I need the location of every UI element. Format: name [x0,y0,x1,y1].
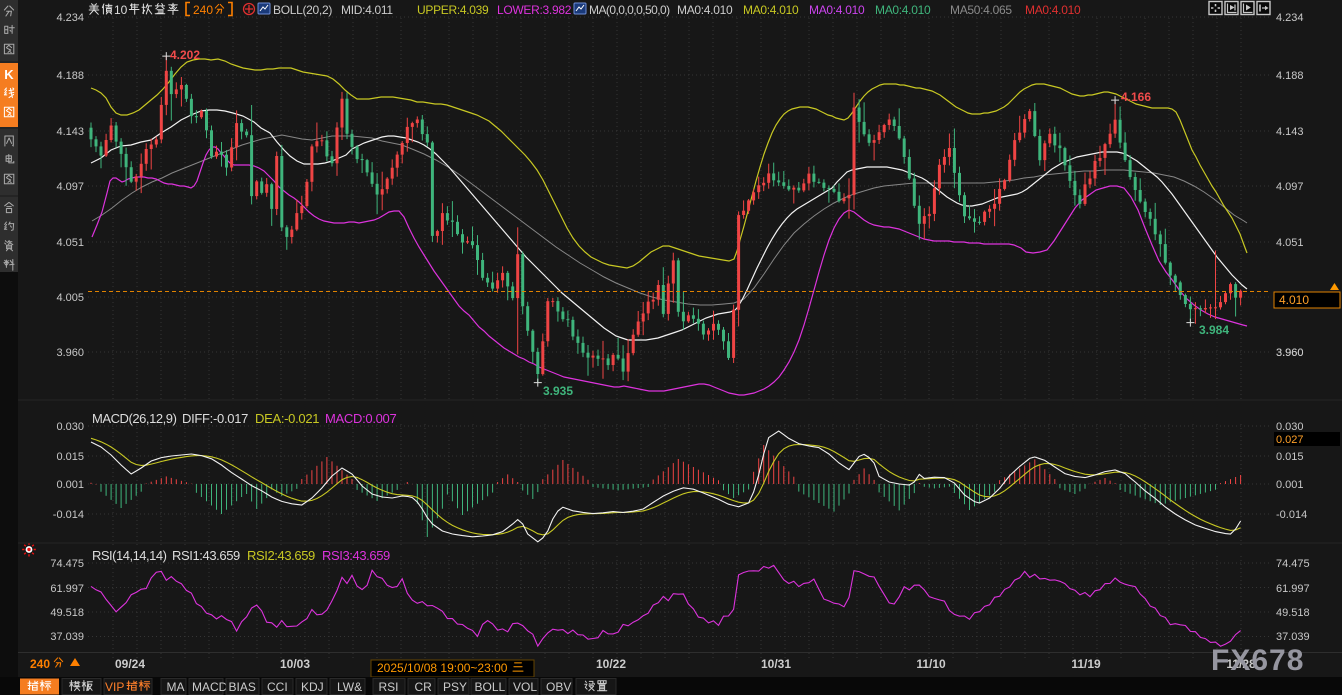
svg-text:3.935: 3.935 [543,384,573,398]
svg-text:74.475: 74.475 [1276,558,1310,570]
svg-text:-0.014: -0.014 [53,509,84,521]
svg-text:BOLL: BOLL [475,680,506,694]
svg-text:4.143: 4.143 [1276,126,1304,138]
svg-text:4.051: 4.051 [1276,237,1304,249]
svg-text:4.234: 4.234 [1276,12,1304,24]
svg-text:3.960: 3.960 [56,347,84,359]
svg-text:0.027: 0.027 [1276,434,1304,446]
svg-text:0.015: 0.015 [56,451,84,463]
svg-text:RSI2:43.659: RSI2:43.659 [247,548,315,563]
svg-text:4.097: 4.097 [56,181,84,193]
svg-text:RSI: RSI [379,680,399,694]
svg-text:UPPER:4.039: UPPER:4.039 [417,3,489,17]
svg-text:MA0:4.010: MA0:4.010 [809,3,865,17]
svg-text:-0.014: -0.014 [1276,509,1307,521]
svg-text:4.234: 4.234 [56,12,84,24]
svg-text:10/03: 10/03 [280,657,310,671]
svg-text:RSI(14,14,14): RSI(14,14,14) [92,548,167,563]
svg-text:09/24: 09/24 [115,657,145,671]
svg-text:10/31: 10/31 [761,657,791,671]
svg-text:FX678: FX678 [1211,644,1304,677]
svg-text:0.030: 0.030 [56,421,84,433]
svg-text:MA0:4.010: MA0:4.010 [677,3,733,17]
svg-text:CR: CR [415,680,433,694]
svg-text:3.960: 3.960 [1276,347,1304,359]
svg-text:61.997: 61.997 [50,583,84,595]
svg-text:LW&: LW& [337,680,362,694]
svg-text:0.030: 0.030 [1276,421,1304,433]
svg-text:K: K [4,67,14,82]
svg-text:4.188: 4.188 [56,70,84,82]
svg-text:MID:4.011: MID:4.011 [341,3,393,17]
svg-text:MA0:4.010: MA0:4.010 [875,3,931,17]
svg-text:3.984: 3.984 [1199,323,1229,337]
svg-text:37.039: 37.039 [50,631,84,643]
svg-text:0.015: 0.015 [1276,451,1304,463]
svg-text:MACD(26,12,9): MACD(26,12,9) [92,411,177,426]
svg-text:RSI1:43.659: RSI1:43.659 [172,548,240,563]
svg-text:VOL: VOL [513,680,537,694]
svg-text:49.518: 49.518 [1276,607,1310,619]
svg-text:4.051: 4.051 [56,237,84,249]
svg-text:MA50:4.065: MA50:4.065 [950,3,1012,17]
svg-text:CCI: CCI [267,680,288,694]
svg-text:4.166: 4.166 [1121,90,1151,104]
svg-text:MA(0,0,0,0,50,0): MA(0,0,0,0,50,0) [589,3,670,17]
svg-text:240: 240 [30,657,50,671]
svg-text:74.475: 74.475 [50,558,84,570]
svg-text:MACD:0.007: MACD:0.007 [325,411,396,426]
svg-text:0.001: 0.001 [56,479,84,491]
svg-text:DEA:-0.021: DEA:-0.021 [255,411,319,426]
svg-text:10: 10 [114,3,128,17]
svg-text:BOLL(20,2): BOLL(20,2) [273,3,332,17]
svg-text:MACD: MACD [192,680,228,694]
svg-text:240: 240 [193,3,213,17]
svg-text:0.001: 0.001 [1276,479,1304,491]
svg-text:OBV: OBV [546,680,571,694]
svg-text:MA0:4.010: MA0:4.010 [743,3,799,17]
svg-text:4.005: 4.005 [56,292,84,304]
svg-text:37.039: 37.039 [1276,631,1310,643]
svg-text:PSY: PSY [443,680,467,694]
svg-text:4.202: 4.202 [170,48,200,62]
svg-text:2025/10/08 19:00~23:00: 2025/10/08 19:00~23:00 [377,661,508,675]
svg-text:4.097: 4.097 [1276,181,1304,193]
svg-text:4.188: 4.188 [1276,70,1304,82]
svg-text:KDJ: KDJ [301,680,324,694]
svg-text:MA: MA [167,680,185,694]
svg-text:10/22: 10/22 [596,657,626,671]
svg-text:VIP: VIP [105,680,124,694]
svg-text:49.518: 49.518 [50,607,84,619]
svg-text:RSI3:43.659: RSI3:43.659 [322,548,390,563]
svg-text:61.997: 61.997 [1276,583,1310,595]
svg-text:BIAS: BIAS [229,680,256,694]
svg-text:4.010: 4.010 [1279,293,1309,307]
svg-text:MA0:4.010: MA0:4.010 [1025,3,1081,17]
svg-text:LOWER:3.982: LOWER:3.982 [497,3,572,17]
svg-text:11/19: 11/19 [1071,657,1101,671]
svg-text:11/10: 11/10 [916,657,946,671]
svg-text:4.143: 4.143 [56,126,84,138]
svg-text:DIFF:-0.017: DIFF:-0.017 [182,411,248,426]
